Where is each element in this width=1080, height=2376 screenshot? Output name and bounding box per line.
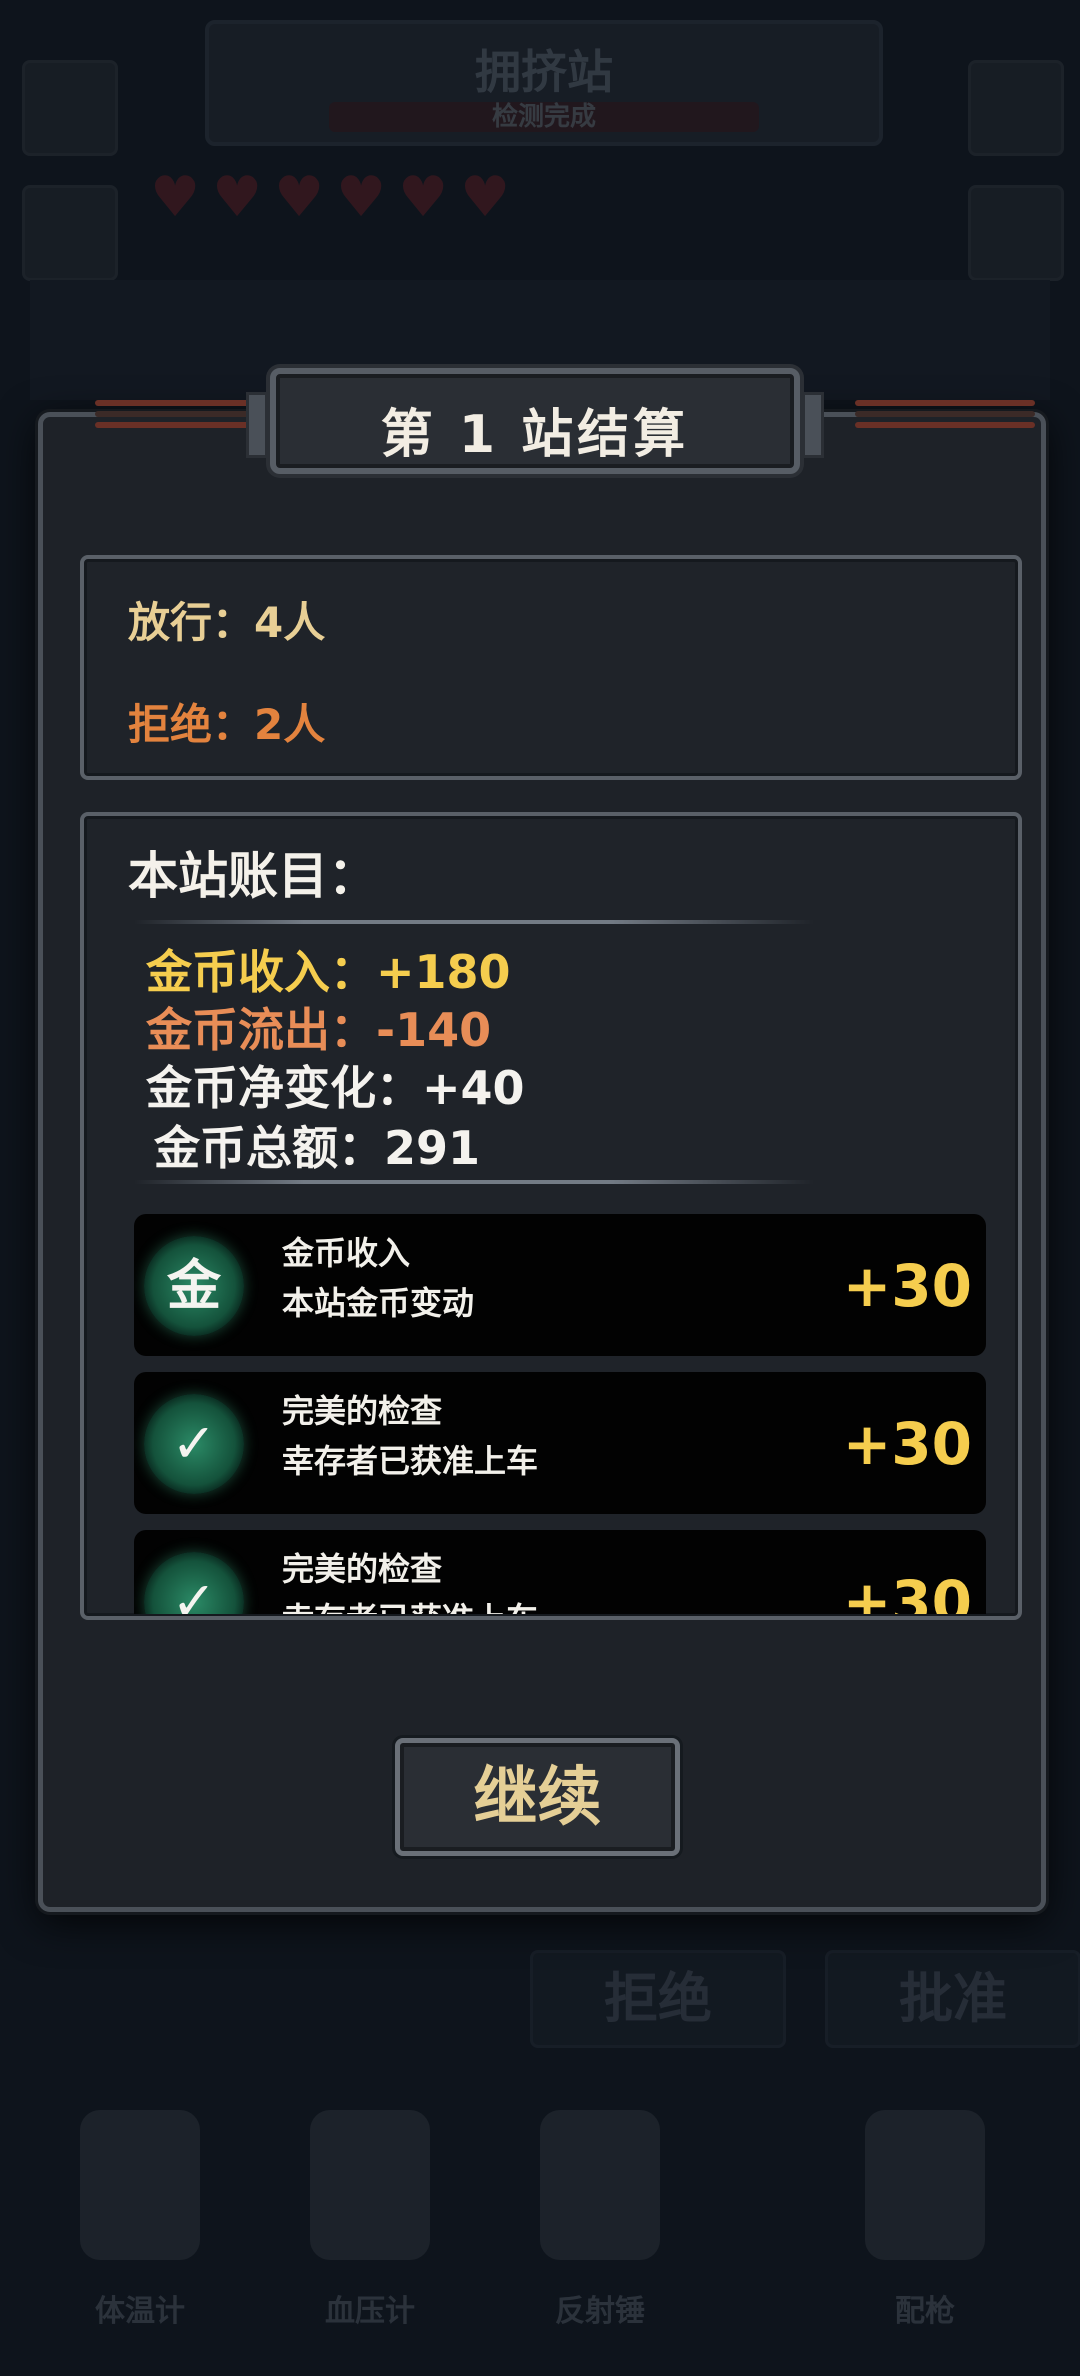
list-item: 金 金币收入 本站金币变动 +30 — [134, 1214, 986, 1356]
hammer-icon — [540, 2110, 660, 2260]
entry-title: 金币收入 — [282, 1234, 411, 1272]
continue-button[interactable]: 继续 — [395, 1738, 680, 1856]
station-header: 拥挤站 检测完成 — [205, 20, 883, 146]
list-item: ✓ 完美的检查 幸存者已获准上车 +30 — [134, 1530, 986, 1614]
entry-title: 完美的检查 — [282, 1550, 443, 1588]
list-item: ✓ 完美的检查 幸存者已获准上车 +30 — [134, 1372, 986, 1514]
coin-total-line: 金币总额：291 — [154, 1121, 481, 1175]
tool-pistol: 配枪 — [825, 2100, 1025, 2330]
coin-income-line: 金币收入：+180 — [146, 945, 511, 999]
entry-title: 完美的检查 — [282, 1392, 443, 1430]
station-status: 检测完成 — [329, 102, 759, 132]
heart-icon: ♥ — [150, 165, 201, 230]
account-panel[interactable]: 本站账目： 金币收入：+180 金币流出：-140 金币净变化：+40 金币总额… — [80, 812, 1022, 1620]
checkmark-icon: ✓ — [144, 1394, 244, 1494]
heart-icon: ♥ — [336, 165, 387, 230]
pistol-icon — [865, 2110, 985, 2260]
passenger-summary-panel: 放行：4人 拒绝：2人 — [80, 555, 1022, 780]
coin-outflow-line: 金币流出：-140 — [146, 1003, 492, 1057]
dialog-title-plate: 第 1 站结算 — [246, 368, 824, 474]
reject-button: 拒绝 — [530, 1950, 786, 2048]
cable-right-decoration — [855, 395, 1035, 428]
entry-subtitle: 本站金币变动 — [282, 1284, 475, 1322]
account-title: 本站账目： — [128, 847, 378, 905]
rejected-count: 拒绝：2人 — [128, 700, 326, 749]
entry-amount: +30 — [842, 1410, 972, 1478]
heart-icon: ♥ — [398, 165, 449, 230]
entry-amount: +30 — [842, 1568, 972, 1614]
dialog-title: 第 1 站结算 — [380, 405, 690, 465]
tool-thermometer: 体温计 — [40, 2100, 240, 2330]
station-name: 拥挤站 — [475, 45, 613, 99]
blood-pressure-icon — [310, 2110, 430, 2260]
heart-icon: ♥ — [212, 165, 263, 230]
microscope-right-icon — [968, 185, 1064, 281]
thermometer-icon — [80, 2110, 200, 2260]
heart-icon: ♥ — [460, 165, 511, 230]
gear-icon — [968, 60, 1064, 156]
gold-coin-icon: 金 — [144, 1236, 244, 1336]
heart-icon: ♥ — [274, 165, 325, 230]
approve-button: 批准 — [825, 1950, 1080, 2048]
divider — [134, 1180, 814, 1184]
checkmark-icon: ✓ — [144, 1552, 244, 1614]
divider — [134, 920, 814, 924]
tool-reflex-hammer: 反射锤 — [500, 2100, 700, 2330]
tool-blood-pressure: 血压计 — [270, 2100, 470, 2330]
coin-net-change-line: 金币净变化：+40 — [146, 1061, 525, 1115]
entry-amount: +30 — [842, 1252, 972, 1320]
microscope-icon — [22, 185, 118, 281]
entry-subtitle: 幸存者已获准上车 — [282, 1594, 538, 1614]
profile-icon — [22, 60, 118, 156]
entry-subtitle: 幸存者已获准上车 — [282, 1442, 539, 1480]
passed-count: 放行：4人 — [128, 598, 326, 647]
entry-list[interactable]: 金 金币收入 本站金币变动 +30 ✓ 完美的检查 幸存者已获准上车 +30 ✓… — [134, 1214, 986, 1614]
